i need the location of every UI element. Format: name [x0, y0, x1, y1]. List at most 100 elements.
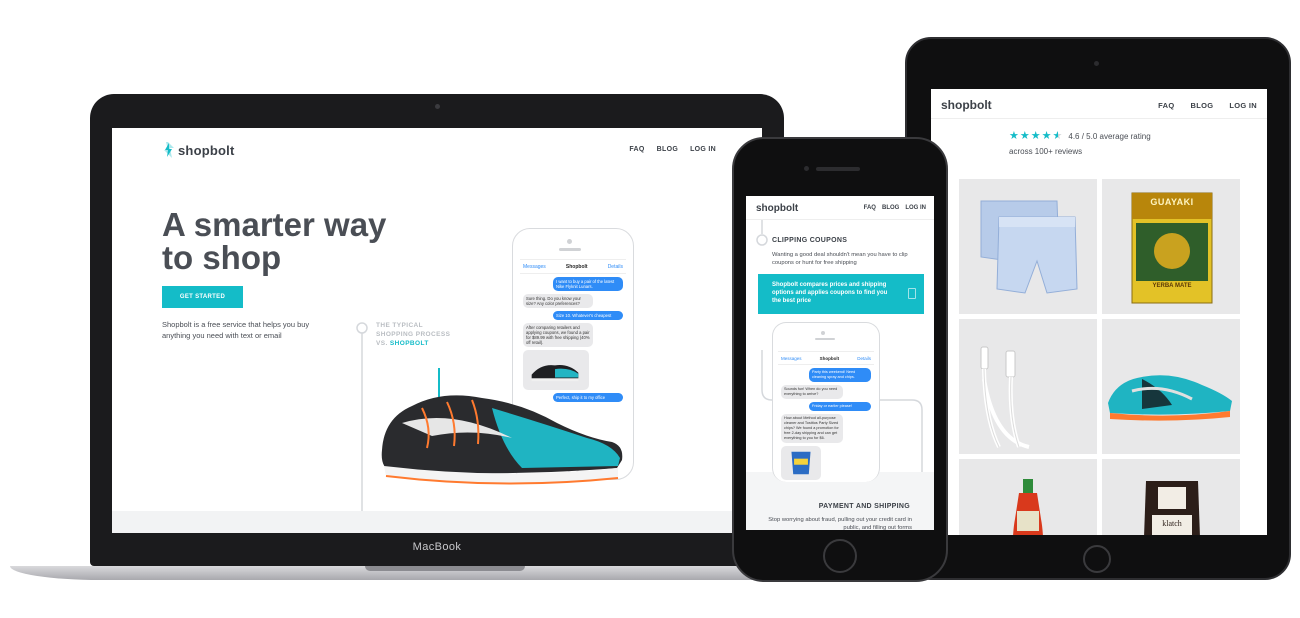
half-star-icon: ★: [1052, 130, 1063, 142]
phone-camera-icon: [567, 239, 572, 244]
chat-message: Size 10. Whatever's cheapest: [553, 311, 623, 320]
process-caption: THE TYPICAL SHOPPING PROCESS VS. SHOPBOL…: [376, 321, 450, 348]
chips-bag-icon: [791, 451, 811, 475]
process-line-2: SHOPPING PROCESS: [376, 331, 451, 338]
chat-header: Messages Shopbolt Details: [520, 260, 626, 274]
nav-login[interactable]: LOG IN: [905, 205, 926, 211]
yerba-subtitle: YERBA MATE: [1152, 283, 1192, 289]
laptop-screen: shopbolt FAQ BLOG LOG IN A smarter way t…: [112, 128, 762, 533]
hero-subtext: Shopbolt is a free service that helps yo…: [162, 320, 310, 340]
sriracha-bottle-icon: [1013, 479, 1043, 535]
brand-name[interactable]: shopbolt: [941, 98, 992, 112]
phone-navbar: shopbolt FAQ BLOG LOG IN: [746, 196, 934, 220]
brand-name: shopbolt: [178, 142, 235, 158]
chat-title: Shopbolt: [565, 264, 588, 270]
macbook-base: [10, 566, 848, 580]
section-title-payment: PAYMENT AND SHIPPING: [818, 503, 910, 510]
product-tile-lightning-cable[interactable]: [959, 319, 1097, 454]
phone-screen: shopbolt FAQ BLOG LOG IN CLIPPING COUPON…: [746, 196, 934, 530]
product-tile-coffee[interactable]: klatch: [1102, 459, 1240, 535]
iphone: shopbolt FAQ BLOG LOG IN CLIPPING COUPON…: [732, 137, 948, 582]
nav-blog[interactable]: BLOG: [882, 205, 899, 211]
hero-headline: A smarter way to shop: [162, 208, 462, 274]
chat-message: After comparing retailers and applying c…: [523, 323, 593, 347]
laptop-footer-band: [112, 511, 762, 533]
chat-message: I want to buy a pair of the latest Nike …: [553, 277, 623, 291]
rating-summary: ★ ★ ★ ★ ★ 4.6 / 5.0 average rating: [1009, 131, 1151, 142]
tablet-screen: shopbolt FAQ BLOG LOG IN ★ ★ ★ ★ ★ 4.6 /…: [931, 89, 1267, 535]
product-tile-boxer-shorts[interactable]: [959, 179, 1097, 314]
camera-icon: [804, 166, 809, 171]
laptop-navbar: shopbolt FAQ BLOG LOG IN: [162, 142, 716, 162]
process-vs: VS.: [376, 340, 388, 347]
tablet-home-button[interactable]: [1083, 545, 1111, 573]
running-shoes-icon: [1108, 375, 1232, 421]
chat-phone-mockup: Messages Shopbolt Details Party this wee…: [772, 322, 880, 482]
chat-back-link[interactable]: Messages: [781, 356, 802, 361]
highlight-band: Shopbolt compares prices and shipping op…: [758, 274, 924, 314]
chat-message: Party this weekend! Need cleaning spray …: [809, 368, 871, 382]
phone-home-button[interactable]: [823, 539, 857, 573]
get-started-button[interactable]: GET STARTED: [162, 286, 243, 308]
chat-message: Sure thing. Do you know your size? Any c…: [523, 294, 593, 308]
phone-speaker: [559, 248, 581, 251]
nav-login[interactable]: LOG IN: [1229, 101, 1257, 110]
yerba-brand: GUAYAKI: [1150, 197, 1194, 207]
nav-faq[interactable]: FAQ: [1158, 101, 1174, 110]
chat-message: Friday or earlier please!: [809, 402, 871, 411]
macbook-notch: [365, 566, 525, 571]
shopbolt-logo[interactable]: shopbolt: [162, 142, 234, 158]
star-icon: ★: [1041, 130, 1052, 142]
chat-details-link[interactable]: Details: [857, 356, 871, 361]
device-mockup-stage: shopbolt FAQ BLOG LOG IN A smarter way t…: [0, 0, 1300, 618]
chat-title: Shopbolt: [819, 356, 840, 361]
chat-screen: Messages Shopbolt Details Party this wee…: [778, 351, 874, 491]
chat-message: How about Method all-purpose cleaner and…: [781, 414, 843, 443]
section-title-coupons: CLIPPING COUPONS: [772, 237, 848, 244]
product-tile-yerba-mate[interactable]: GUAYAKI YERBA MATE: [1102, 179, 1240, 314]
star-rating: ★ ★ ★ ★ ★: [1009, 131, 1062, 142]
headline-line-1: A smarter way: [162, 206, 387, 243]
macbook: shopbolt FAQ BLOG LOG IN A smarter way t…: [90, 94, 784, 566]
headline-line-2: to shop: [162, 239, 282, 276]
product-tile-sriracha[interactable]: [959, 459, 1097, 535]
phone-camera-icon: [821, 331, 825, 335]
nav-faq[interactable]: FAQ: [864, 205, 876, 211]
device-label: MacBook: [412, 541, 462, 553]
product-tile-running-shoes[interactable]: [1102, 319, 1240, 454]
sneaker-illustration: [372, 353, 627, 488]
cable-icon: [980, 346, 1030, 449]
star-icon: ★: [1019, 130, 1030, 142]
boxer-shorts-icon: [980, 200, 1078, 294]
running-shoe-icon: [381, 353, 623, 485]
ipad: shopbolt FAQ BLOG LOG IN ★ ★ ★ ★ ★ 4.6 /…: [905, 37, 1291, 580]
nav-login[interactable]: LOG IN: [690, 146, 716, 153]
chat-message: Sounds fun! When do you need everything …: [781, 385, 843, 399]
reviews-count: across 100+ reviews: [1009, 147, 1083, 156]
rating-text: 4.6 / 5.0 average rating: [1068, 132, 1151, 141]
coffee-brand: klatch: [1162, 519, 1182, 528]
chat-image-message: [781, 446, 821, 480]
nav-faq[interactable]: FAQ: [629, 146, 644, 153]
brand-name[interactable]: shopbolt: [756, 203, 798, 214]
process-line-1: THE TYPICAL: [376, 322, 424, 329]
process-brand: SHOPBOLT: [389, 340, 429, 347]
clipboard-icon: [908, 288, 916, 299]
star-icon: ★: [1030, 130, 1041, 142]
chat-back-link[interactable]: Messages: [523, 264, 546, 270]
star-icon: ★: [1009, 130, 1019, 142]
chat-header: Messages Shopbolt Details: [778, 352, 874, 365]
camera-icon: [1094, 61, 1099, 66]
chat-details-link[interactable]: Details: [608, 264, 623, 270]
nav-blog[interactable]: BLOG: [1190, 101, 1213, 110]
bolt-logo-icon: [164, 142, 174, 158]
section-text-coupons: Wanting a good deal shouldn't mean you h…: [772, 252, 908, 266]
highlight-text: Shopbolt compares prices and shipping op…: [772, 282, 888, 304]
product-grid: GUAYAKI YERBA MATE klatch: [959, 179, 1241, 535]
phone-speaker: [815, 338, 835, 340]
tablet-navbar: shopbolt FAQ BLOG LOG IN: [931, 89, 1267, 119]
nav-blog[interactable]: BLOG: [657, 146, 678, 153]
camera-icon: [435, 104, 440, 109]
section-text-payment: Stop worrying about fraud, pulling out y…: [768, 517, 912, 530]
phone-speaker: [816, 167, 860, 171]
